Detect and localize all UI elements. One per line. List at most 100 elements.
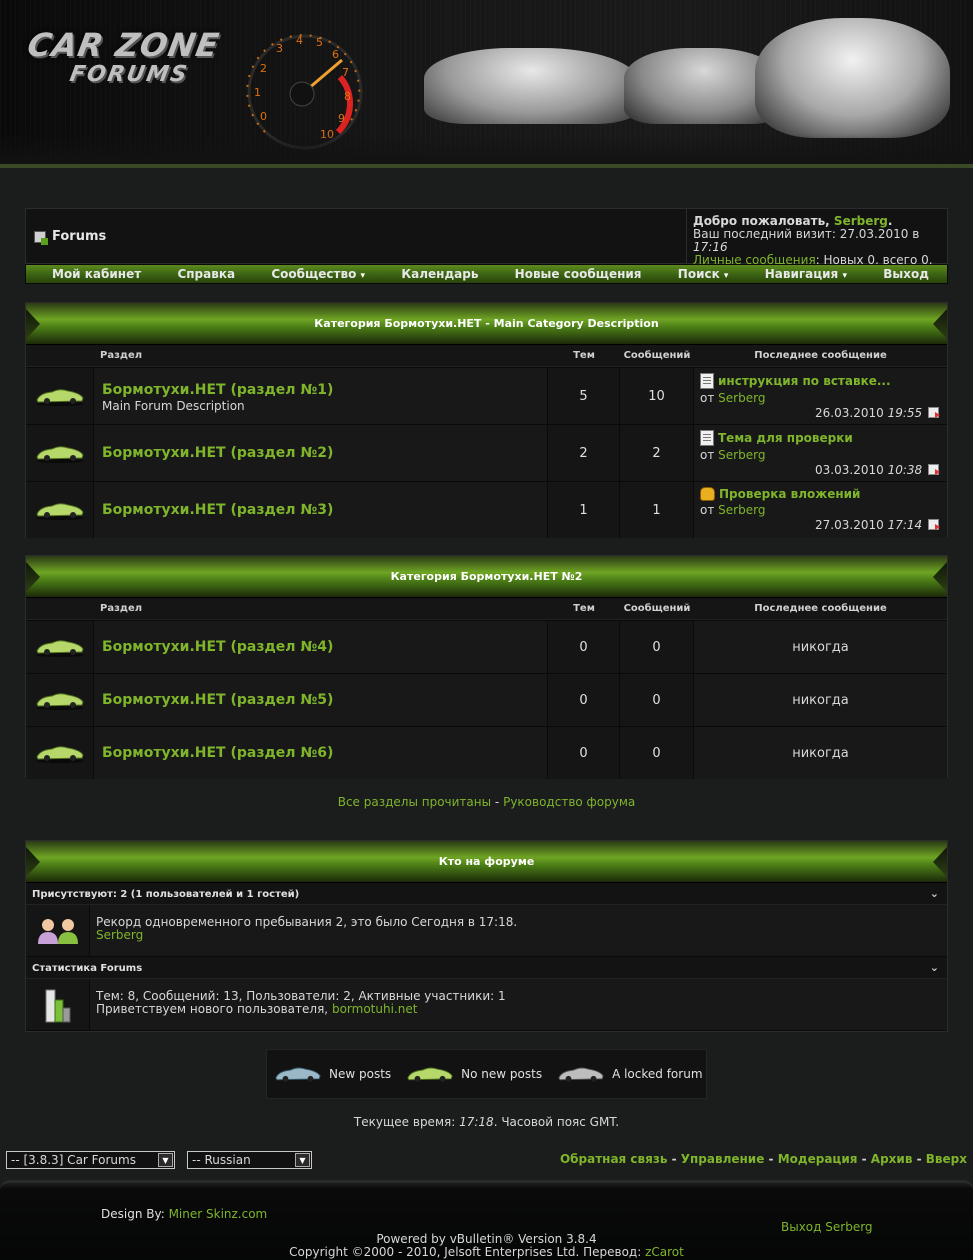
chevron-down-icon[interactable]: ▼ — [295, 1153, 310, 1167]
forum-description: Main Forum Description — [102, 399, 245, 413]
last-post-title-link[interactable]: инструкция по вставке... — [718, 374, 891, 388]
last-post: инструкция по вставке... от Serberg 26.0… — [694, 368, 947, 424]
nav-calendar[interactable]: Календарь — [401, 267, 478, 281]
legend-new-label: New posts — [329, 1067, 392, 1081]
style-select[interactable]: -- [3.8.3] Car Forums ▼ — [6, 1151, 175, 1169]
last-post-title-link[interactable]: Тема для проверки — [718, 431, 853, 445]
mark-all-read-link[interactable]: Все разделы прочитаны — [338, 795, 491, 809]
new-user-link[interactable]: bormotuhi.net — [332, 1002, 417, 1016]
footer-link-mod[interactable]: Модерация — [778, 1152, 858, 1166]
breadcrumb[interactable]: Forums — [34, 229, 106, 245]
footer-link-contact[interactable]: Обратная связь — [560, 1152, 667, 1166]
thread-count: 0 — [548, 674, 620, 726]
thread-count: 2 — [548, 425, 620, 481]
document-icon — [700, 430, 714, 446]
go-to-last-post-icon[interactable] — [928, 519, 940, 530]
category-2: Категория Бормотухи.НЕТ №2 Раздел Тем Со… — [25, 555, 948, 779]
designer-link[interactable]: Miner Skinz.com — [169, 1207, 268, 1221]
column-headers: Раздел Тем Сообщений Последнее сообщение — [26, 345, 947, 367]
language-select[interactable]: -- Russian ▼ — [187, 1151, 312, 1169]
forum-stats-row: Тем: 8, Сообщений: 13, Пользователи: 2, … — [26, 979, 947, 1031]
logo-title[interactable]: CAR ZONE — [25, 26, 223, 64]
category-title[interactable]: Категория Бормотухи.НЕТ - Main Category … — [26, 303, 947, 345]
breadcrumb-bar: Forums Добро пожаловать, Serberg. Ваш по… — [25, 208, 948, 267]
collapse-chevron-icon[interactable]: ⌄ — [930, 887, 939, 900]
nav-logout[interactable]: Выход — [883, 267, 929, 281]
legend-locked-label: A locked forum — [612, 1067, 703, 1081]
last-post-author-link[interactable]: Serberg — [718, 503, 765, 517]
online-users-header[interactable]: Присутствуют: 2 (1 пользователей и 1 гос… — [26, 883, 947, 905]
svg-text:0: 0 — [260, 110, 267, 123]
forum-title-link[interactable]: Бормотухи.НЕТ (раздел №4) — [102, 639, 539, 655]
col-last-post: Последнее сообщение — [754, 603, 887, 614]
thumbs-up-icon — [700, 487, 715, 501]
thread-count: 0 — [548, 727, 620, 779]
last-post-never: никогда — [792, 745, 849, 761]
last-visit-in: в — [912, 227, 920, 241]
forum-guide-link[interactable]: Руководство форума — [503, 795, 635, 809]
footer-link-top[interactable]: Вверх — [926, 1152, 967, 1166]
welcome-username-link[interactable]: Serberg — [834, 214, 888, 228]
design-credit: Design By: Miner Skinz.com — [101, 1207, 267, 1221]
collapse-chevron-icon[interactable]: ⌄ — [930, 961, 939, 974]
footer-sep: - — [916, 1152, 922, 1166]
nav-help[interactable]: Справка — [177, 267, 235, 281]
chevron-down-icon[interactable]: ▼ — [158, 1153, 173, 1167]
svg-text:8: 8 — [344, 90, 351, 103]
go-to-last-post-icon[interactable] — [928, 407, 940, 418]
last-post-by-label: от — [700, 448, 715, 462]
footer-link-admin[interactable]: Управление — [681, 1152, 765, 1166]
logo-subtitle[interactable]: FORUMS — [68, 62, 191, 87]
welcome-new-user: Приветствуем нового пользователя, — [96, 1002, 329, 1016]
locked-forum-car-icon — [558, 1067, 604, 1082]
legend-locked-forum: A locked forum — [556, 1063, 703, 1085]
forum-stats-header[interactable]: Статистика Forums ⌄ — [26, 957, 947, 979]
svg-text:6: 6 — [332, 48, 339, 61]
no-new-posts-car-icon — [35, 746, 84, 763]
last-post-never: никогда — [792, 692, 849, 708]
forum-title-link[interactable]: Бормотухи.НЕТ (раздел №5) — [102, 692, 539, 708]
last-post: Проверка вложений от Serberg 27.03.2010 … — [694, 482, 947, 538]
footer-sep: - — [671, 1152, 677, 1166]
go-to-last-post-icon[interactable] — [928, 464, 940, 475]
last-post-author-link[interactable]: Serberg — [718, 448, 765, 462]
translator-link[interactable]: zCarot — [645, 1245, 684, 1259]
nav-community[interactable]: Сообщество ▾ — [271, 267, 365, 281]
forum-row: Бормотухи.НЕТ (раздел №6) 0 0 никогда — [26, 726, 947, 779]
last-post-date: 27.03.2010 — [815, 518, 884, 532]
forum-title-link[interactable]: Бормотухи.НЕТ (раздел №3) — [102, 502, 539, 518]
post-count: 0 — [620, 727, 694, 779]
nav-navigation[interactable]: Навигация ▾ — [765, 267, 847, 281]
online-user-link[interactable]: Serberg — [96, 929, 941, 942]
nav-my-profile[interactable]: Мой кабинет — [52, 267, 141, 281]
last-post-time: 10:38 — [887, 463, 923, 477]
last-post: Тема для проверки от Serberg 03.03.2010 … — [694, 425, 947, 481]
nav-new-posts[interactable]: Новые сообщения — [515, 267, 642, 281]
forum-title-link[interactable]: Бормотухи.НЕТ (раздел №2) — [102, 445, 539, 461]
last-visit-time: 17:16 — [693, 240, 728, 254]
whos-online-title[interactable]: Кто на форуме — [26, 841, 947, 883]
nav-search[interactable]: Поиск ▾ — [678, 267, 729, 281]
forum-title-link[interactable]: Бормотухи.НЕТ (раздел №6) — [102, 745, 539, 761]
svg-text:7: 7 — [342, 66, 349, 79]
category-title[interactable]: Категория Бормотухи.НЕТ №2 — [26, 556, 947, 598]
legend-new-posts: New posts — [273, 1063, 391, 1085]
forum-title-link[interactable]: Бормотухи.НЕТ (раздел №1) — [102, 382, 539, 398]
last-post-title-link[interactable]: Проверка вложений — [719, 487, 860, 501]
current-time: Текущее время: 17:18. Часовой пояс GMT. — [0, 1115, 973, 1129]
forum-row: Бормотухи.НЕТ (раздел №2) 2 2 Тема для п… — [26, 424, 947, 481]
col-posts: Сообщений — [623, 603, 691, 614]
forum-home-icon[interactable] — [34, 230, 48, 245]
footer-link-archive[interactable]: Архив — [871, 1152, 913, 1166]
thread-count: 1 — [548, 482, 620, 538]
thread-count: 0 — [548, 621, 620, 673]
car-image — [424, 48, 639, 124]
last-post-by-label: от — [700, 503, 715, 517]
svg-text:2: 2 — [260, 62, 267, 75]
column-headers: Раздел Тем Сообщений Последнее сообщение — [26, 598, 947, 620]
car-image — [755, 18, 950, 138]
logout-link[interactable]: Выход Serberg — [781, 1220, 873, 1234]
powered-by: Powered by vBulletin® Version 3.8.4 Copy… — [0, 1233, 973, 1259]
col-threads: Тем — [573, 350, 595, 361]
last-post-author-link[interactable]: Serberg — [718, 391, 765, 405]
